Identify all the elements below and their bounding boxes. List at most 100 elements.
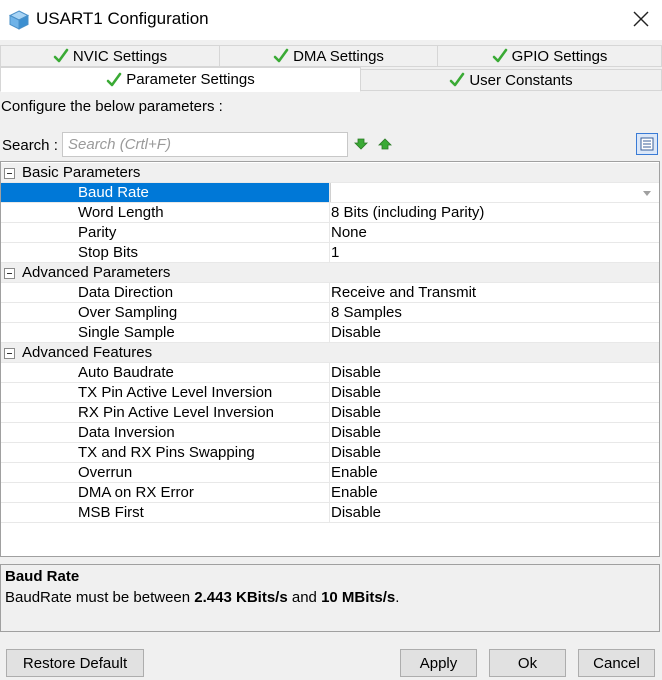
param-value[interactable]: 8 Bits (including Parity)	[331, 204, 484, 221]
name-cell: Single Sample	[1, 323, 330, 342]
param-row-data-inversion[interactable]: Data Inversion Disable	[1, 423, 659, 443]
name-cell: Stop Bits	[1, 243, 330, 262]
ok-button[interactable]: Ok	[489, 649, 566, 677]
tab-gpio-settings[interactable]: GPIO Settings	[437, 45, 662, 67]
window-title: USART1 Configuration	[36, 9, 209, 28]
param-name: Stop Bits	[78, 244, 139, 261]
param-row-auto-baudrate[interactable]: Auto Baudrate Disable	[1, 363, 659, 383]
tab-label: NVIC Settings	[72, 47, 168, 65]
param-name: Baud Rate	[78, 184, 149, 201]
description-mid: and	[287, 589, 322, 606]
group-advanced-features: Advanced Features	[1, 343, 659, 363]
group-label: Advanced Parameters	[22, 264, 171, 281]
tab-dma-settings[interactable]: DMA Settings	[219, 45, 438, 67]
description-min: 2.443 KBits/s	[194, 589, 288, 606]
param-row-msb-first[interactable]: MSB First Disable	[1, 503, 659, 523]
param-name: TX and RX Pins Swapping	[78, 444, 255, 461]
param-name: Overrun	[78, 464, 133, 481]
name-cell: Parity	[1, 223, 330, 242]
param-name: Auto Baudrate	[78, 364, 174, 381]
cancel-button[interactable]: Cancel	[578, 649, 655, 677]
collapse-icon[interactable]	[4, 348, 15, 359]
description-suffix: .	[395, 589, 400, 606]
param-value[interactable]: Disable	[331, 324, 381, 341]
name-cell: Auto Baudrate	[1, 363, 330, 382]
title-bar: USART1 Configuration	[0, 0, 662, 40]
param-value[interactable]: Enable	[331, 464, 378, 481]
param-value[interactable]: Enable	[331, 484, 378, 501]
property-grid: Basic Parameters Baud Rate Word Length 8…	[0, 161, 660, 557]
name-cell: Overrun	[1, 463, 330, 482]
param-row-pins-swapping[interactable]: TX and RX Pins Swapping Disable	[1, 443, 659, 463]
list-icon	[640, 137, 654, 151]
param-row-overrun[interactable]: Overrun Enable	[1, 463, 659, 483]
search-label: Search :	[2, 137, 58, 154]
tab-user-constants[interactable]: User Constants	[360, 69, 662, 91]
close-icon[interactable]	[630, 8, 652, 30]
description-panel: Baud Rate BaudRate must be between 2.443…	[0, 564, 660, 632]
tab-label: Parameter Settings	[126, 71, 255, 88]
param-row-over-sampling[interactable]: Over Sampling 8 Samples	[1, 303, 659, 323]
description-text: BaudRate must be between 2.443 KBits/s a…	[5, 589, 399, 606]
cube-icon	[8, 10, 30, 30]
param-value[interactable]: None	[331, 224, 367, 241]
name-cell: MSB First	[1, 503, 330, 522]
param-name: Data Inversion	[78, 424, 175, 441]
param-name: Over Sampling	[78, 304, 178, 321]
param-row-parity[interactable]: Parity None	[1, 223, 659, 243]
param-name: MSB First	[78, 504, 144, 521]
tab-label: User Constants	[469, 71, 573, 89]
apply-button[interactable]: Apply	[400, 649, 477, 677]
baud-rate-input[interactable]	[330, 183, 658, 202]
tab-label: GPIO Settings	[511, 47, 608, 65]
name-cell: TX and RX Pins Swapping	[1, 443, 330, 462]
param-name: DMA on RX Error	[78, 484, 194, 501]
param-value[interactable]: Disable	[331, 384, 381, 401]
param-row-single-sample[interactable]: Single Sample Disable	[1, 323, 659, 343]
param-row-baud-rate[interactable]: Baud Rate	[1, 183, 659, 203]
param-name: TX Pin Active Level Inversion	[78, 384, 273, 401]
dialog-body: NVIC Settings DMA Settings GPIO Settings…	[0, 40, 662, 680]
tab-parameter-settings[interactable]: Parameter Settings	[0, 67, 361, 92]
param-value[interactable]: Receive and Transmit	[331, 284, 476, 301]
name-cell: RX Pin Active Level Inversion	[1, 403, 330, 422]
restore-default-button[interactable]: Restore Default	[6, 649, 144, 677]
collapse-icon[interactable]	[4, 168, 15, 179]
param-row-dma-on-rx-error[interactable]: DMA on RX Error Enable	[1, 483, 659, 503]
param-row-word-length[interactable]: Word Length 8 Bits (including Parity)	[1, 203, 659, 223]
list-view-button[interactable]	[636, 133, 658, 155]
param-value[interactable]: 8 Samples	[331, 304, 402, 321]
search-input[interactable]	[62, 132, 348, 157]
group-advanced-parameters: Advanced Parameters	[1, 263, 659, 283]
description-title: Baud Rate	[5, 568, 80, 585]
arrow-down-icon[interactable]	[354, 137, 368, 151]
collapse-icon[interactable]	[4, 268, 15, 279]
param-value[interactable]: Disable	[331, 444, 381, 461]
description-prefix: BaudRate must be between	[5, 589, 195, 606]
name-cell: DMA on RX Error	[1, 483, 330, 502]
param-name: Parity	[78, 224, 117, 241]
name-cell: Over Sampling	[1, 303, 330, 322]
tab-nvic-settings[interactable]: NVIC Settings	[0, 45, 220, 67]
group-label: Advanced Features	[22, 344, 153, 361]
param-value[interactable]: Disable	[331, 364, 381, 381]
name-cell: Data Direction	[1, 283, 330, 302]
arrow-up-icon[interactable]	[378, 137, 392, 151]
check-icon	[106, 72, 122, 86]
param-value[interactable]: Disable	[331, 424, 381, 441]
param-row-rx-pin-inversion[interactable]: RX Pin Active Level Inversion Disable	[1, 403, 659, 423]
description-max: 10 MBits/s	[321, 589, 396, 606]
param-value[interactable]: 1	[331, 244, 339, 261]
name-cell: TX Pin Active Level Inversion	[1, 383, 330, 402]
param-row-tx-pin-inversion[interactable]: TX Pin Active Level Inversion Disable	[1, 383, 659, 403]
param-row-data-direction[interactable]: Data Direction Receive and Transmit	[1, 283, 659, 303]
tab-label: DMA Settings	[293, 47, 384, 65]
dropdown-arrow-icon[interactable]	[643, 191, 651, 196]
param-row-stop-bits[interactable]: Stop Bits 1	[1, 243, 659, 263]
name-cell: Baud Rate	[1, 183, 330, 202]
configure-label: Configure the below parameters :	[1, 98, 223, 115]
name-cell: Data Inversion	[1, 423, 330, 442]
param-name: RX Pin Active Level Inversion	[78, 404, 274, 421]
param-value[interactable]: Disable	[331, 504, 381, 521]
param-value[interactable]: Disable	[331, 404, 381, 421]
